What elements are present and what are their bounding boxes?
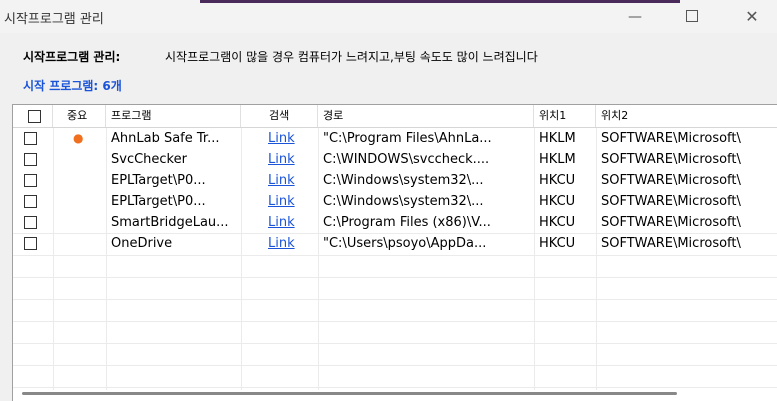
- row-divider: [13, 255, 777, 256]
- column-header-search[interactable]: 검색: [241, 105, 318, 127]
- window-title: 시작프로그램 관리: [4, 12, 104, 27]
- table-row[interactable]: SvcChecker Link C:\WINDOWS\svccheck.... …: [13, 149, 777, 170]
- row-checkbox[interactable]: [24, 132, 37, 145]
- program-path: C:\Windows\system32\...: [323, 173, 484, 188]
- program-path: "C:\Program Files\AhnLa...: [323, 131, 492, 146]
- row-divider: [13, 387, 777, 388]
- row-checkbox[interactable]: [24, 195, 37, 208]
- location2: SOFTWARE\Microsoft\: [601, 194, 741, 209]
- program-name: SmartBridgeLau...: [111, 215, 229, 230]
- column-header-location2[interactable]: 위치2: [596, 105, 777, 127]
- description-label: 시작프로그램 관리:: [23, 50, 121, 64]
- search-link[interactable]: Link: [263, 233, 313, 254]
- row-checkbox[interactable]: [24, 153, 37, 166]
- row-divider: [13, 365, 777, 366]
- program-name: EPLTarget\P0...: [111, 173, 206, 188]
- search-link[interactable]: Link: [263, 170, 313, 191]
- search-link[interactable]: Link: [263, 128, 313, 149]
- column-header-program[interactable]: 프로그램: [106, 105, 241, 127]
- column-header-important[interactable]: 중요: [53, 105, 106, 127]
- row-divider: [13, 343, 777, 344]
- row-checkbox[interactable]: [24, 216, 37, 229]
- column-header-path[interactable]: 경로: [318, 105, 534, 127]
- list-header: 중요 프로그램 검색 경로 위치1 위치2: [13, 105, 777, 128]
- location1: HKCU: [539, 173, 576, 188]
- program-path: "C:\Users\psoyo\AppDa...: [323, 236, 487, 251]
- location2: SOFTWARE\Microsoft\: [601, 173, 741, 188]
- row-checkbox[interactable]: [24, 237, 37, 250]
- table-row[interactable]: OneDrive Link "C:\Users\psoyo\AppDa... H…: [13, 233, 777, 254]
- location1: HKCU: [539, 194, 576, 209]
- column-header-location1[interactable]: 위치1: [534, 105, 596, 127]
- close-button[interactable]: ✕: [737, 6, 767, 28]
- maximize-icon: [686, 9, 698, 22]
- location1: HKCU: [539, 215, 576, 230]
- minimize-button[interactable]: —: [620, 6, 650, 28]
- table-row[interactable]: EPLTarget\P0... Link C:\Windows\system32…: [13, 170, 777, 191]
- location2: SOFTWARE\Microsoft\: [601, 131, 741, 146]
- startup-list[interactable]: 중요 프로그램 검색 경로 위치1 위치2 ● AhnLab Safe Tr..…: [12, 104, 777, 401]
- startup-count: 시작 프로그램: 6개: [23, 79, 122, 93]
- program-path: C:\WINDOWS\svccheck....: [323, 152, 490, 167]
- program-path: C:\Windows\system32\...: [323, 194, 484, 209]
- select-all-checkbox[interactable]: [28, 110, 41, 123]
- location2: SOFTWARE\Microsoft\: [601, 236, 741, 251]
- column-header-select[interactable]: [13, 105, 53, 127]
- location1: HKLM: [539, 152, 576, 167]
- horizontal-scrollbar[interactable]: [22, 392, 677, 395]
- row-divider: [13, 277, 777, 278]
- row-divider: [13, 321, 777, 322]
- row-divider: [13, 233, 777, 234]
- row-divider: [13, 299, 777, 300]
- table-row[interactable]: SmartBridgeLau... Link C:\Program Files …: [13, 212, 777, 233]
- maximize-button[interactable]: [677, 6, 707, 28]
- location2: SOFTWARE\Microsoft\: [601, 152, 741, 167]
- program-path: C:\Program Files (x86)\V...: [323, 215, 491, 230]
- location1: HKCU: [539, 236, 576, 251]
- row-checkbox[interactable]: [24, 174, 37, 187]
- search-link[interactable]: Link: [263, 212, 313, 233]
- description-text: 시작프로그램이 많을 경우 컴퓨터가 느려지고,부팅 속도도 많이 느려집니다: [165, 50, 538, 64]
- program-name: OneDrive: [111, 236, 173, 251]
- important-dot-icon: ●: [73, 131, 84, 145]
- program-name: AhnLab Safe Tr...: [111, 131, 220, 146]
- table-row[interactable]: ● AhnLab Safe Tr... Link "C:\Program Fil…: [13, 128, 777, 149]
- table-row[interactable]: EPLTarget\P0... Link C:\Windows\system32…: [13, 191, 777, 212]
- location2: SOFTWARE\Microsoft\: [601, 215, 741, 230]
- search-link[interactable]: Link: [263, 191, 313, 212]
- search-link[interactable]: Link: [263, 149, 313, 170]
- program-name: SvcChecker: [111, 152, 187, 167]
- location1: HKLM: [539, 131, 576, 146]
- title-bar: 시작프로그램 관리 — ✕: [0, 0, 777, 33]
- title-accent: [200, 0, 680, 3]
- program-name: EPLTarget\P0...: [111, 194, 206, 209]
